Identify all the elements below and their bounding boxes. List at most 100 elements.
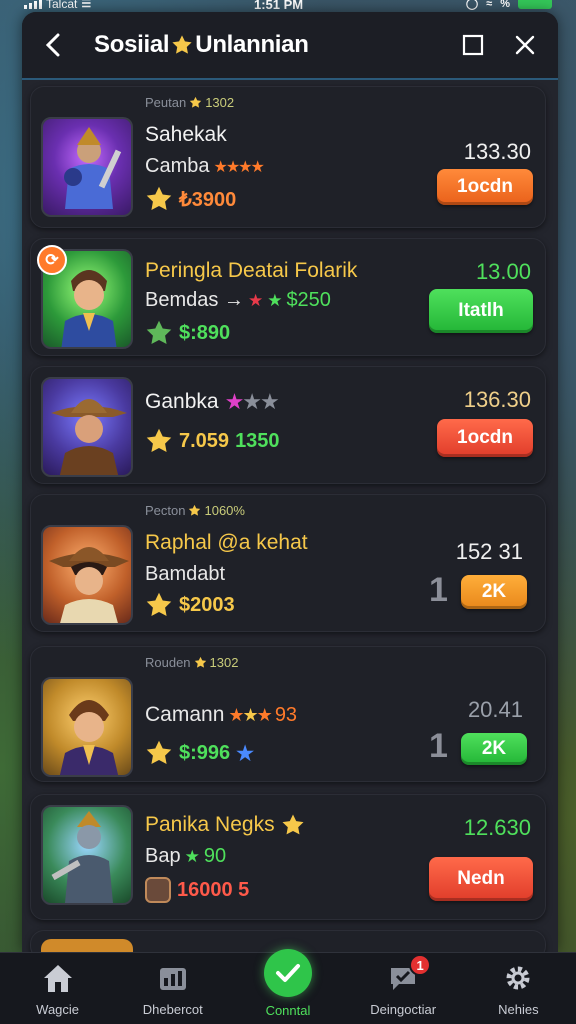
buy-button[interactable]: 1ocdn (437, 419, 533, 457)
list-item: Pecton 1060% Raphal @a kehat Bamdabt $20… (30, 494, 546, 632)
signal-icon (24, 0, 42, 9)
rating-stars-icon: ★ (236, 742, 255, 765)
item-price: 133.30 (463, 139, 531, 164)
item-name: Peringla Deatai Folarik (145, 259, 358, 282)
item-name: Panika Negks (145, 813, 305, 837)
subtitle-value: 93 (274, 703, 298, 726)
rating-stars-icon: ★ (184, 846, 200, 866)
card-meta: Peutan 1302 (145, 95, 234, 110)
amount-value: 16000 5 (177, 878, 250, 901)
chat-icon: 1 (385, 954, 432, 996)
notification-badge: 1 (409, 954, 432, 976)
close-button[interactable] (510, 30, 540, 60)
buy-button[interactable]: 1ocdn (437, 169, 533, 205)
tab-label: Conntal (265, 1003, 311, 1018)
home-icon (40, 960, 76, 996)
card-meta: Pecton 1060% (145, 503, 245, 518)
mute-icon: ≈ (486, 0, 493, 10)
item-amount: $:996 ★ (145, 739, 254, 767)
buy-button[interactable]: Nedn (429, 857, 533, 901)
item-name: Ganbka ★★★ (145, 389, 280, 415)
back-button[interactable] (40, 32, 66, 58)
star-icon (189, 504, 201, 516)
battery-icon (517, 0, 552, 9)
avatar[interactable] (41, 377, 133, 477)
list-item: Peutan 1302 Sahekak Camba ★★★★ ₺3900 133… (30, 86, 546, 228)
name-text: Panika Negks (145, 813, 275, 836)
item-price: 152 31 (455, 539, 523, 564)
tab-home[interactable]: Wagcie (3, 953, 113, 1024)
star-icon (194, 656, 206, 668)
item-subtitle: Camann ★★★ 93 (145, 703, 297, 727)
avatar[interactable] (41, 677, 133, 777)
avatar[interactable] (41, 117, 133, 217)
item-amount: $:890 (145, 319, 230, 347)
star-icon (146, 740, 172, 764)
item-name: Sahekak (145, 123, 227, 146)
tab-dashboard[interactable]: Dhebercot (118, 953, 228, 1024)
buy-button[interactable]: 2K (461, 733, 527, 765)
title-text-2: Unlannian (195, 31, 309, 58)
name-text: Ganbka (145, 390, 219, 413)
amount-value: ₺3900 (179, 188, 237, 211)
star-icon (146, 320, 172, 344)
subtitle-text: Bap (145, 845, 181, 867)
amount-value: 7.059 (179, 429, 230, 452)
maximize-button[interactable] (458, 30, 488, 60)
buy-button[interactable]: 2K (461, 575, 527, 609)
avatar[interactable] (41, 805, 133, 905)
list-item: Rouden 1302 Camann ★★★ 93 $:996 ★ 20.41 … (30, 646, 546, 782)
item-price: 136.30 (463, 387, 531, 412)
subtitle-value: $250 (286, 289, 331, 311)
cowboy-portrait (51, 399, 127, 475)
amount-value: $2003 (179, 593, 235, 616)
page-title: Sosiial Unlannian (94, 31, 309, 59)
tab-settings[interactable]: Nehies (463, 953, 573, 1024)
subtitle-text: Camba (145, 155, 210, 177)
clock: 1:51 PM (253, 0, 304, 12)
tab-label: Nehies (498, 1002, 539, 1017)
item-name: Raphal @a kehat (145, 531, 308, 554)
meta-label: Rouden (145, 655, 191, 670)
coin-icon (145, 877, 171, 903)
meta-label: Peutan (145, 95, 187, 110)
title-text-1: Sosiial (94, 31, 170, 58)
buy-button[interactable]: Itatlh (429, 289, 533, 333)
star-icon (172, 35, 192, 54)
meta-percent: 1302 (205, 95, 235, 110)
subtitle-value: 90 (203, 845, 227, 867)
chart-icon (155, 960, 191, 996)
status-bar: Talcat ☰ 1:51 PM ◯ ≈ % (0, 0, 576, 12)
avatar[interactable] (41, 525, 133, 625)
item-price: 13.00 (475, 259, 531, 284)
prince-portrait (59, 700, 119, 775)
tab-central[interactable]: Conntal (233, 949, 343, 1024)
tab-messages[interactable]: 1 Deingoctiar (348, 953, 458, 1024)
amount-value: $:996 (179, 741, 231, 764)
gear-icon (500, 960, 536, 996)
percent-icon: % (500, 0, 510, 10)
tab-label: Dhebercot (142, 1002, 203, 1017)
square-icon (462, 34, 484, 56)
rating-stars-icon: ★ (247, 290, 264, 310)
star-icon (190, 96, 202, 108)
item-name: Camann (145, 703, 225, 726)
title-bar: Sosiial Unlannian (22, 12, 558, 80)
star-icon (146, 428, 172, 452)
chevron-left-icon (45, 33, 60, 57)
knight-portrait (51, 811, 113, 903)
item-price: 20.41 (467, 697, 523, 722)
card-meta: Rouden 1302 (145, 655, 238, 670)
amount-value-2: 1350 (235, 429, 280, 452)
tab-label: Deingoctiar (370, 1002, 437, 1017)
star-icon (146, 186, 172, 210)
list-item: Panika Negks Bap ★ 90 16000 5 12.630 Ned… (30, 794, 546, 920)
list-item: ⟳ Peringla Deatai Folarik Bemdas → ★ ★ $2… (30, 238, 546, 356)
refresh-badge-icon: ⟳ (37, 245, 67, 275)
item-amount: 16000 5 (145, 877, 249, 903)
star-icon (146, 592, 172, 616)
list-item: Ganbka ★★★ 7.059 1350 136.30 1ocdn (30, 366, 546, 484)
amount-value: $:890 (179, 321, 231, 344)
wifi-icon: ☰ (81, 0, 92, 10)
quantity-label: 1 (429, 571, 448, 609)
